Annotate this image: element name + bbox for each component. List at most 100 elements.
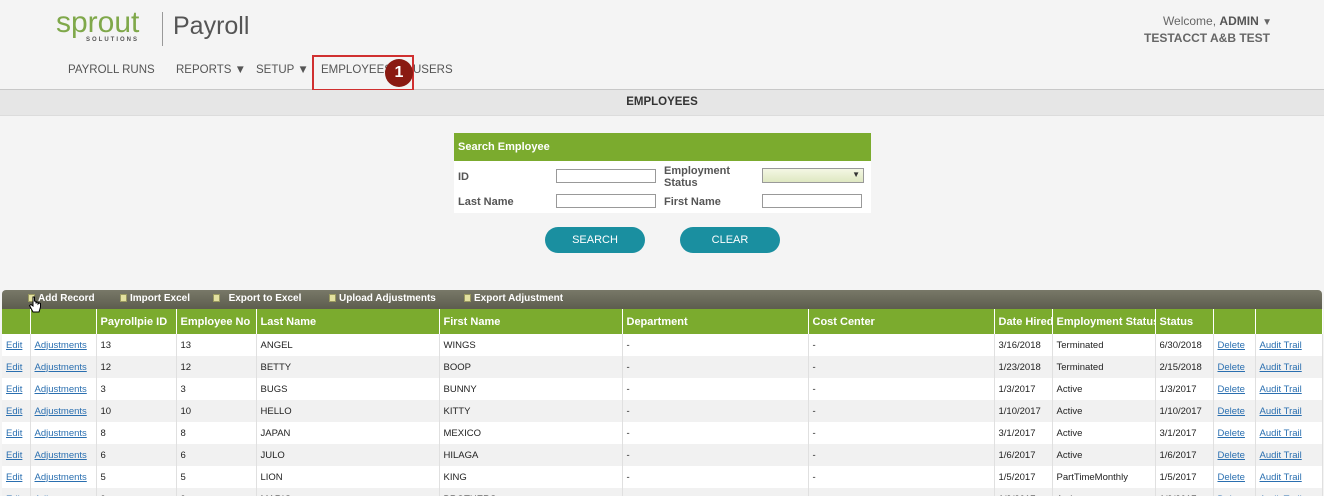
cell-cost-center: -: [808, 422, 995, 444]
table-cell: Adjustments: [30, 466, 97, 488]
last-name-label: Last Name: [458, 196, 514, 208]
table-cell: Adjustments: [30, 378, 97, 400]
delete-link[interactable]: Delete: [1218, 450, 1245, 461]
adjustments-link[interactable]: Adjustments: [35, 362, 87, 373]
cell-employment-status: Active: [1052, 488, 1156, 496]
edit-link[interactable]: Edit: [6, 428, 22, 439]
user-menu[interactable]: Welcome, ADMIN ▼: [1163, 14, 1272, 28]
user-name[interactable]: ADMIN: [1219, 14, 1258, 28]
column-header-last-name[interactable]: Last Name: [256, 309, 440, 334]
first-name-label: First Name: [664, 196, 721, 208]
delete-link[interactable]: Delete: [1218, 340, 1245, 351]
adjustments-link[interactable]: Adjustments: [35, 450, 87, 461]
audit-trail-link[interactable]: Audit Trail: [1260, 362, 1302, 373]
audit-trail-link[interactable]: Audit Trail: [1260, 428, 1302, 439]
audit-trail-link[interactable]: Audit Trail: [1260, 450, 1302, 461]
last-name-input[interactable]: [556, 194, 656, 208]
export-excel-button[interactable]: Export to Excel: [213, 293, 301, 304]
table-cell: Delete: [1213, 356, 1256, 378]
table-row: EditAdjustments99MARIOBROTHERS--1/9/2017…: [2, 488, 1323, 496]
employment-status-select[interactable]: ▼: [762, 168, 864, 183]
clear-button[interactable]: CLEAR: [680, 227, 780, 253]
column-header-payrollpie-id[interactable]: Payrollpie ID: [96, 309, 177, 334]
nav-setup[interactable]: SETUP ▼: [256, 64, 309, 76]
search-panel-heading: Search Employee: [454, 133, 871, 161]
audit-trail-link[interactable]: Audit Trail: [1260, 472, 1302, 483]
column-header-department[interactable]: Department: [622, 309, 809, 334]
table-row: Edit Adjustments 12 12 BETTY BOOP - -1/23/2018 T…: [2, 356, 1323, 378]
sprout-logo[interactable]: sprout SOLUTIONS Payroll: [56, 6, 256, 48]
upload-adjustments-button[interactable]: Upload Adjustments: [329, 293, 436, 304]
table-cell: Edit: [2, 422, 31, 444]
column-header-date-hired[interactable]: Date Hired: [994, 309, 1053, 334]
table-cell: Audit Trail: [1255, 378, 1323, 400]
import-excel-button[interactable]: Import Excel: [120, 293, 190, 304]
table-cell: Edit: [2, 444, 31, 466]
delete-link[interactable]: Delete: [1218, 362, 1245, 373]
table-body: Edit Adjustments 13 13 ANGEL WINGS - -3/16/2018…: [2, 334, 1323, 496]
column-header-status[interactable]: Status: [1155, 309, 1214, 334]
cell-last-name: JAPAN: [256, 422, 440, 444]
table-cell: Audit Trail: [1255, 444, 1323, 466]
table-cell: Delete: [1213, 466, 1256, 488]
edit-link[interactable]: Edit: [6, 340, 22, 351]
adjustments-link[interactable]: Adjustments: [35, 406, 87, 417]
audit-trail-link[interactable]: Audit Trail: [1260, 384, 1302, 395]
chevron-down-icon[interactable]: ▼: [1262, 17, 1272, 28]
id-label: ID: [458, 171, 469, 183]
nav-reports[interactable]: REPORTS ▼: [176, 64, 246, 76]
column-header-employee-no[interactable]: Employee No: [176, 309, 257, 334]
audit-trail-link[interactable]: Audit Trail: [1260, 406, 1302, 417]
cell-payrollpie-id: 3: [96, 378, 177, 400]
app-name: Payroll: [173, 12, 250, 40]
search-button[interactable]: SEARCH: [545, 227, 645, 253]
cell-employee-no: 9: [176, 488, 257, 496]
delete-link[interactable]: Delete: [1218, 472, 1245, 483]
cell-first-name: BOOP: [439, 356, 623, 378]
table-cell: Edit: [2, 400, 31, 422]
edit-link[interactable]: Edit: [6, 362, 22, 373]
table-cell: Edit: [2, 334, 31, 356]
delete-link[interactable]: Delete: [1218, 384, 1245, 395]
cell-department: -: [622, 378, 809, 400]
first-name-input[interactable]: [762, 194, 862, 208]
delete-link[interactable]: Delete: [1218, 406, 1245, 417]
upload-adjustments-label: Upload Adjustments: [339, 293, 436, 304]
table-cell: Adjustments: [30, 444, 97, 466]
cell-payrollpie-id: 5: [96, 466, 177, 488]
edit-link[interactable]: Edit: [6, 406, 22, 417]
cell-last-name: LION: [256, 466, 440, 488]
delete-link[interactable]: Delete: [1218, 428, 1245, 439]
edit-link[interactable]: Edit: [6, 450, 22, 461]
audit-trail-link[interactable]: Audit Trail: [1260, 340, 1302, 351]
cell-department: -: [622, 334, 809, 356]
adjustments-link[interactable]: Adjustments: [35, 340, 87, 351]
table-cell: Adjustments: [30, 422, 97, 444]
edit-link[interactable]: Edit: [6, 384, 22, 395]
dropdown-arrow-icon: ▼: [852, 170, 860, 179]
adjustments-link[interactable]: Adjustments: [35, 472, 87, 483]
column-header: [1213, 309, 1256, 334]
adjustments-link[interactable]: Adjustments: [35, 428, 87, 439]
add-record-label: Add Record: [38, 293, 95, 304]
cell-status: 3/1/2017: [1155, 422, 1214, 444]
adjustments-link[interactable]: Adjustments: [35, 384, 87, 395]
column-header-employment-status[interactable]: Employment Status: [1052, 309, 1156, 334]
nav-payroll-runs[interactable]: PAYROLL RUNS: [68, 64, 155, 76]
logo-wordmark: sprout: [56, 6, 140, 39]
cell-first-name: KING: [439, 466, 623, 488]
column-header-cost-center[interactable]: Cost Center: [808, 309, 995, 334]
cell-department: -: [622, 488, 809, 496]
cell-date-hired: 1/23/2018: [994, 356, 1053, 378]
id-input[interactable]: [556, 169, 656, 183]
cell-date-hired: 1/10/2017: [994, 400, 1053, 422]
search-employee-panel: Search Employee ID Employment Status ▼ L…: [454, 133, 871, 213]
cell-date-hired: 1/9/2017: [994, 488, 1053, 496]
page-title-bar: EMPLOYEES: [0, 90, 1324, 116]
logo-subtitle: SOLUTIONS: [86, 37, 140, 43]
export-excel-label: Export to Excel: [228, 293, 302, 304]
edit-link[interactable]: Edit: [6, 472, 22, 483]
column-header-first-name[interactable]: First Name: [439, 309, 623, 334]
nav-users[interactable]: USERS: [413, 64, 453, 76]
export-adjustment-button[interactable]: Export Adjustment: [464, 293, 563, 304]
